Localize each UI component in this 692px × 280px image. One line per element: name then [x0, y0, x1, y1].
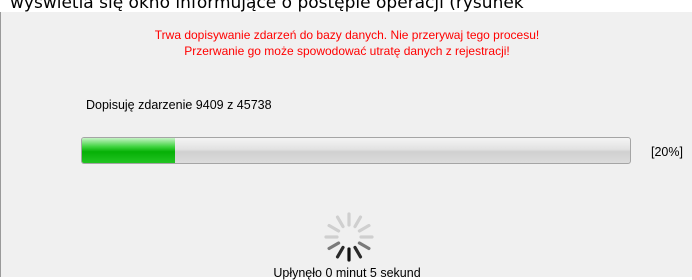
loading-spinner-icon: [324, 212, 374, 262]
status-text: Dopisuję zdarzenie 9409 z 45738: [86, 98, 272, 112]
progress-percent-label: [20%]: [651, 145, 683, 159]
progress-bar: [81, 137, 631, 164]
progress-dialog: Trwa dopisywanie zdarzeń do bazy danych.…: [0, 12, 692, 280]
spinner-tick: [327, 223, 341, 233]
spinner-tick: [335, 245, 345, 259]
spinner-tick: [335, 215, 345, 229]
spinner-tick: [353, 245, 363, 259]
spinner-tick: [357, 223, 371, 233]
warning-line-2: Przerwanie go może spowodować utratę dan…: [184, 44, 510, 58]
warning-line-1: Trwa dopisywanie zdarzeń do bazy danych.…: [154, 28, 540, 42]
spinner-tick: [357, 241, 371, 251]
progress-bar-fill: [82, 138, 176, 163]
spinner-tick: [327, 241, 341, 251]
elapsed-time-text: Upłynęło 0 minut 5 sekund: [273, 266, 421, 280]
spinner-tick: [353, 215, 363, 229]
